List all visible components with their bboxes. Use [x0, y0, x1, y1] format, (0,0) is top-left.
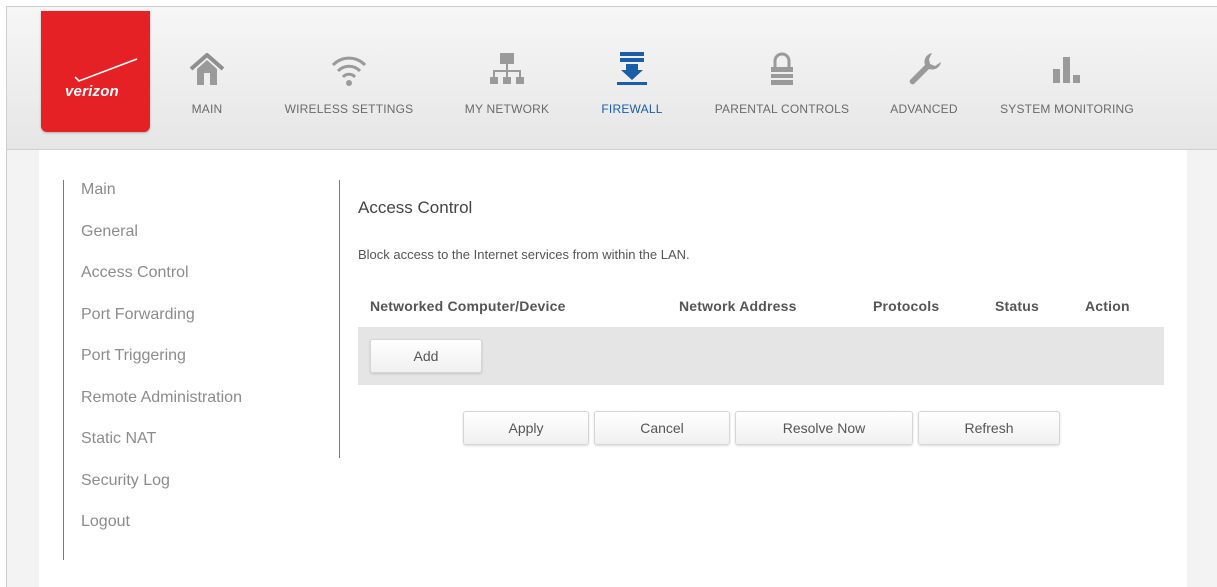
- bar-chart-icon: [1053, 57, 1080, 83]
- nav-advanced[interactable]: ADVANCED: [879, 7, 969, 150]
- firewall-icon: [617, 52, 647, 85]
- nav-main[interactable]: MAIN: [167, 7, 247, 150]
- logo-text: verizon: [65, 83, 119, 100]
- column-header-action: Action: [1085, 298, 1130, 314]
- top-header: verizon MAIN WIRELESS SETTINGS MY NETWOR…: [7, 7, 1217, 150]
- verizon-check-icon: [74, 58, 138, 82]
- wrench-icon: [909, 53, 941, 85]
- cancel-button[interactable]: Cancel: [594, 411, 730, 445]
- page-description: Block access to the Internet services fr…: [358, 247, 690, 262]
- nav-parental-controls[interactable]: PARENTAL CONTROLS: [697, 7, 867, 150]
- sidebar-item-static-nat[interactable]: Static NAT: [64, 429, 303, 471]
- column-header-network-address: Network Address: [679, 298, 797, 314]
- column-header-status: Status: [995, 298, 1039, 314]
- apply-button[interactable]: Apply: [463, 411, 589, 445]
- add-button[interactable]: Add: [370, 339, 482, 373]
- verizon-logo[interactable]: verizon: [41, 11, 150, 132]
- refresh-button[interactable]: Refresh: [918, 411, 1060, 445]
- page-title: Access Control: [358, 198, 473, 217]
- network-icon: [490, 53, 524, 84]
- nav-my-network[interactable]: MY NETWORK: [451, 7, 563, 150]
- sidebar-item-logout[interactable]: Logout: [64, 512, 303, 554]
- sidebar-item-port-triggering[interactable]: Port Triggering: [64, 346, 303, 388]
- wifi-icon: [331, 56, 367, 86]
- sidebar-item-access-control[interactable]: Access Control: [64, 263, 303, 305]
- table-header: Networked Computer/Device Network Addres…: [358, 298, 1164, 318]
- router-admin-window: verizon MAIN WIRELESS SETTINGS MY NETWOR…: [6, 6, 1217, 587]
- sidebar-item-port-forwarding[interactable]: Port Forwarding: [64, 305, 303, 347]
- content-area: Main General Access Control Port Forward…: [39, 150, 1187, 587]
- nav-firewall[interactable]: FIREWALL: [587, 7, 677, 150]
- sidebar-item-security-log[interactable]: Security Log: [64, 471, 303, 513]
- nav-label: ADVANCED: [890, 102, 958, 116]
- column-header-device: Networked Computer/Device: [370, 298, 566, 314]
- nav-label: MAIN: [191, 102, 223, 116]
- nav-label: SYSTEM MONITORING: [1000, 102, 1134, 116]
- resolve-now-button[interactable]: Resolve Now: [735, 411, 913, 445]
- nav-system-monitoring[interactable]: SYSTEM MONITORING: [987, 7, 1147, 150]
- firewall-sidebar: Main General Access Control Port Forward…: [63, 180, 303, 560]
- access-control-panel: Access Control Block access to the Inter…: [339, 180, 1169, 458]
- nav-wireless-settings[interactable]: WIRELESS SETTINGS: [269, 7, 429, 150]
- sidebar-item-general[interactable]: General: [64, 222, 303, 264]
- nav-label: PARENTAL CONTROLS: [714, 102, 850, 116]
- nav-label: MY NETWORK: [464, 102, 550, 116]
- rules-table-body: Add: [358, 327, 1164, 385]
- home-icon: [189, 53, 225, 85]
- nav-label: WIRELESS SETTINGS: [284, 102, 414, 116]
- lock-icon: [771, 52, 793, 85]
- sidebar-item-main[interactable]: Main: [64, 180, 303, 222]
- column-header-protocols: Protocols: [873, 298, 940, 314]
- sidebar-item-remote-administration[interactable]: Remote Administration: [64, 388, 303, 430]
- nav-label: FIREWALL: [601, 102, 663, 116]
